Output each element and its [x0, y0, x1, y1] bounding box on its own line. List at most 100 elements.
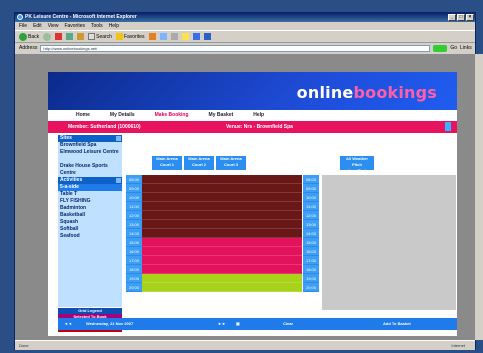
printer-icon: [170, 33, 178, 40]
calendar-icon[interactable]: ▣: [236, 318, 240, 330]
time-slot-label: 08:00: [126, 175, 142, 184]
activity-item[interactable]: Softball: [58, 226, 122, 233]
site-logo[interactable]: onlinebookings: [297, 83, 437, 102]
sidebar: Sites Brownfield Spa Elmwood Leisure Cen…: [58, 135, 122, 307]
activity-item[interactable]: Squash: [58, 219, 122, 226]
go-button[interactable]: [433, 44, 448, 52]
close-button[interactable]: ×: [466, 14, 474, 21]
collapse-icon[interactable]: [116, 178, 121, 183]
activities-header[interactable]: Activities: [58, 177, 122, 184]
discuss-button[interactable]: [192, 33, 200, 40]
court-header[interactable]: Main Arena Court 1: [152, 156, 182, 170]
booking-slot-row[interactable]: [142, 238, 302, 247]
address-input[interactable]: http://www.onlinebookings.net/: [40, 44, 431, 52]
time-slot-label: 11:00: [303, 202, 319, 211]
time-slot-label: 20:00: [126, 283, 142, 292]
booking-slot-row[interactable]: [142, 265, 302, 274]
booking-date: Wednesday, 21 Nov 2007: [86, 321, 134, 326]
back-button[interactable]: Back: [19, 32, 39, 41]
activity-item[interactable]: Badminton: [58, 205, 122, 212]
activity-item[interactable]: Seafood: [58, 233, 122, 240]
site-item[interactable]: Drake House Sports Centre: [58, 163, 122, 177]
arrow-right-icon[interactable]: [445, 122, 451, 131]
booking-slot-row[interactable]: [142, 184, 302, 193]
collapse-icon[interactable]: [116, 136, 121, 141]
search-button[interactable]: Search: [88, 33, 112, 40]
menu-file[interactable]: File: [19, 22, 27, 30]
time-column-right: 08:00 09:00 10:00 11:00 12:00 13:00 14:00 15:00…: [303, 175, 319, 292]
pitch-header[interactable]: All Weather Pitch Area First: [340, 156, 374, 173]
booking-slot-row[interactable]: [142, 256, 302, 265]
menu-edit[interactable]: Edit: [33, 22, 42, 30]
next-day-icon[interactable]: ►►: [218, 318, 226, 330]
page-viewport: onlinebookings Home My Details Make Book…: [15, 54, 483, 340]
status-bar: Done Internet: [15, 340, 475, 350]
booking-slot-row[interactable]: [142, 229, 302, 238]
nav-help[interactable]: Help: [243, 110, 274, 121]
booking-slot-row[interactable]: [142, 193, 302, 202]
activity-item[interactable]: FLY FISHING: [58, 198, 122, 205]
court-header[interactable]: Main Arena Court 2: [184, 156, 214, 170]
time-slot-label: 13:00: [126, 220, 142, 229]
vertical-scrollbar[interactable]: [475, 54, 483, 340]
booking-slot-row[interactable]: [142, 211, 302, 220]
home-icon: [77, 33, 85, 40]
site-item[interactable]: Elmwood Leisure Centre: [58, 149, 122, 163]
address-label: Address: [19, 45, 38, 51]
time-slot-label: 15:00: [303, 238, 319, 247]
booking-slot-row[interactable]: [142, 274, 302, 283]
nav-make-booking[interactable]: Make Booking: [145, 110, 199, 121]
mail-button[interactable]: [159, 33, 167, 40]
time-slot-label: 17:00: [303, 256, 319, 265]
messenger-button[interactable]: [203, 33, 211, 40]
nav-home[interactable]: Home: [66, 110, 100, 121]
booking-slot-row[interactable]: [142, 202, 302, 211]
booking-slot-row[interactable]: [142, 283, 302, 292]
sites-header[interactable]: Sites: [58, 135, 122, 142]
links-label[interactable]: Links: [460, 45, 472, 51]
activity-item[interactable]: 5-a-side: [58, 184, 122, 191]
messenger-icon: [203, 33, 211, 40]
home-button[interactable]: [77, 33, 85, 40]
member-info: Member: Sutherland (1000610): [68, 124, 141, 130]
time-slot-label: 18:00: [126, 265, 142, 274]
forward-button[interactable]: [43, 32, 52, 41]
time-slot-label: 17:00: [126, 256, 142, 265]
media-button[interactable]: [148, 33, 156, 40]
window-controls: _ □ ×: [448, 14, 474, 21]
time-slot-label: 19:00: [303, 274, 319, 283]
maximize-button[interactable]: □: [457, 14, 465, 21]
booking-slot-row[interactable]: [142, 220, 302, 229]
edit-button[interactable]: [181, 33, 189, 40]
nav-my-details[interactable]: My Details: [100, 110, 145, 121]
nav-my-basket[interactable]: My Basket: [199, 110, 244, 121]
time-slot-label: 12:00: [303, 211, 319, 220]
forward-arrow-icon: [43, 32, 52, 41]
prev-day-icon[interactable]: ◄◄: [64, 318, 72, 330]
menu-favorites[interactable]: Favorites: [64, 22, 85, 30]
menu-tools[interactable]: Tools: [91, 22, 103, 30]
refresh-button[interactable]: [66, 33, 74, 40]
minimize-button[interactable]: _: [448, 14, 456, 21]
clear-button[interactable]: Clear: [283, 318, 293, 330]
activity-item[interactable]: Table T: [58, 191, 122, 198]
stop-button[interactable]: [55, 33, 63, 40]
window-title: PK Leisure Centre - Microsoft Internet E…: [25, 14, 137, 20]
menu-view[interactable]: View: [48, 22, 59, 30]
edit-icon: [181, 33, 189, 40]
menu-help[interactable]: Help: [109, 22, 119, 30]
add-to-basket-button[interactable]: Add To Basket: [383, 318, 411, 330]
browser-toolbar: Back Search Favorites: [15, 30, 475, 43]
favorites-button[interactable]: Favorites: [115, 33, 145, 40]
media-icon: [148, 33, 156, 40]
user-bar: Member: Sutherland (1000610) Venue: Nrs …: [48, 121, 457, 133]
site-item[interactable]: Brownfield Spa: [58, 142, 122, 149]
pitch-column: [322, 175, 456, 310]
booking-slot-row[interactable]: [142, 175, 302, 184]
stop-icon: [55, 33, 63, 40]
court-header[interactable]: Main Arena Court 3: [216, 156, 246, 170]
search-icon: [88, 33, 96, 40]
booking-slot-row[interactable]: [142, 247, 302, 256]
activity-item[interactable]: Basketball: [58, 212, 122, 219]
print-button[interactable]: [170, 33, 178, 40]
